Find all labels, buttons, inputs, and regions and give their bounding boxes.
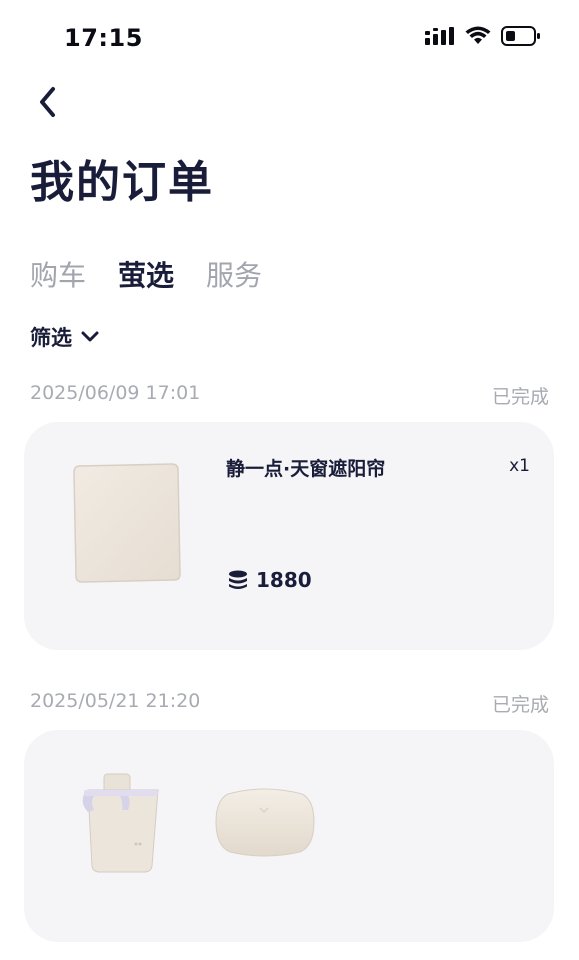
tab-selection[interactable]: 萤选 bbox=[118, 254, 174, 294]
filter-label: 筛选 bbox=[30, 326, 72, 350]
order-meta: 2025/06/09 17:01 已完成 bbox=[30, 382, 549, 409]
status-icons bbox=[425, 26, 541, 46]
product-quantity: x1 bbox=[509, 456, 530, 476]
chevron-left-icon bbox=[40, 87, 55, 117]
coin-stack-icon bbox=[229, 570, 247, 589]
battery-icon bbox=[501, 26, 540, 46]
order-status: 已完成 bbox=[491, 386, 549, 408]
order-meta: 2025/05/21 21:20 已完成 bbox=[30, 690, 549, 717]
price-value: 1880 bbox=[256, 568, 312, 592]
status-bar: 17:15 bbox=[0, 0, 579, 78]
order-status: 已完成 bbox=[491, 694, 549, 716]
order-datetime: 2025/05/21 21:20 bbox=[30, 690, 201, 712]
order-card[interactable] bbox=[24, 730, 554, 942]
order-type-tabs: 购车 萤选 服务 bbox=[30, 254, 262, 294]
wifi-icon bbox=[465, 26, 491, 44]
order-card[interactable]: 静一点·天窗遮阳帘 x1 1880 bbox=[24, 422, 554, 650]
status-time: 17:15 bbox=[64, 24, 143, 52]
tab-car[interactable]: 购车 bbox=[30, 254, 86, 294]
chevron-down-icon bbox=[81, 331, 99, 342]
sunshade-product-image bbox=[73, 463, 181, 583]
page-title: 我的订单 bbox=[30, 157, 214, 208]
soap-dish-product-image bbox=[215, 788, 315, 857]
filter-dropdown[interactable]: 筛选 bbox=[30, 322, 100, 352]
cellular-signal-icon bbox=[425, 27, 454, 45]
product-price: 1880 bbox=[228, 568, 312, 592]
tab-service[interactable]: 服务 bbox=[206, 254, 262, 294]
order-datetime: 2025/06/09 17:01 bbox=[30, 382, 201, 404]
storage-bucket-product-image bbox=[82, 773, 159, 873]
product-name: 静一点·天窗遮阳帘 bbox=[226, 458, 386, 480]
back-button[interactable] bbox=[30, 84, 66, 120]
